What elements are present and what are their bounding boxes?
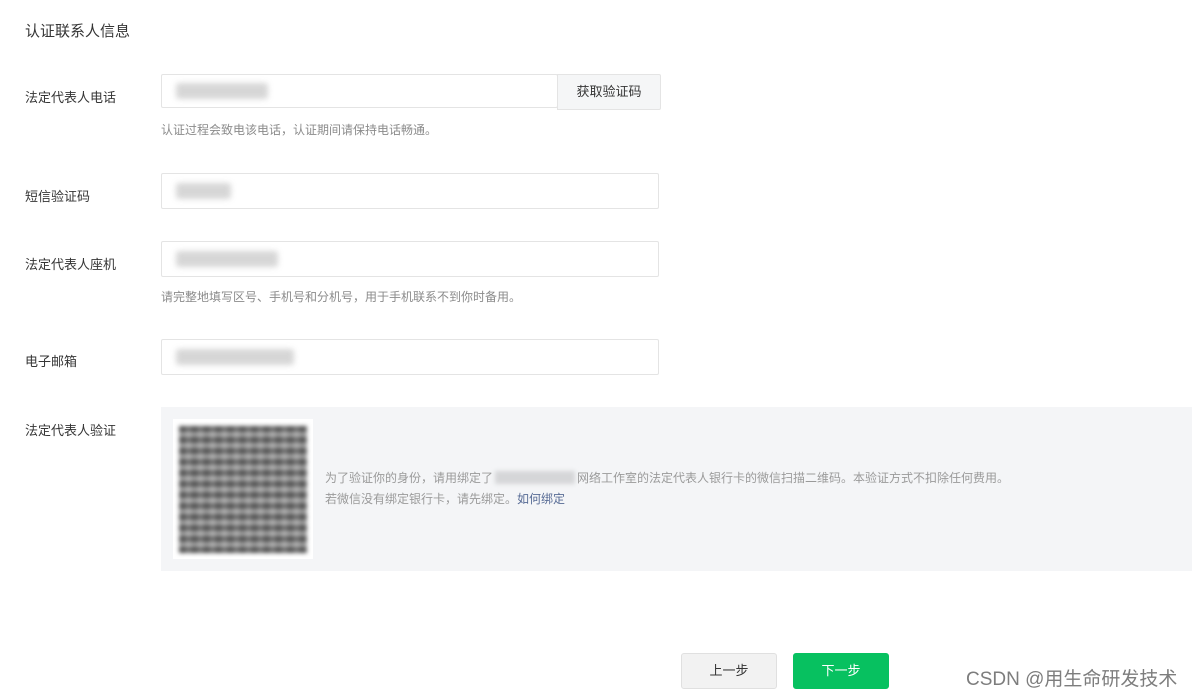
phone-label: 法定代表人电话	[25, 90, 117, 105]
verification-line-1: 为了验证你的身份，请用绑定了 网络工作室的法定代表人银行卡的微信扫描二维码。本验证…	[325, 471, 1010, 485]
email-input[interactable]	[161, 339, 659, 375]
prev-step-button[interactable]: 上一步	[681, 653, 777, 689]
phone-value-redacted	[176, 83, 268, 99]
verification-line-2: 若微信没有绑定银行卡，请先绑定。如何绑定	[325, 492, 566, 506]
redacted-company-name	[495, 471, 576, 484]
phone-input[interactable]	[161, 74, 558, 108]
phone-hint: 认证过程会致电该电话，认证期间请保持电话畅通。	[161, 123, 438, 137]
sms-code-value-redacted	[176, 183, 231, 199]
landline-label: 法定代表人座机	[25, 257, 117, 272]
how-to-bind-link[interactable]: 如何绑定	[517, 492, 565, 506]
email-label: 电子邮箱	[25, 354, 78, 369]
qr-code-frame	[173, 419, 313, 559]
email-value-redacted	[176, 349, 294, 365]
qr-code-icon	[179, 426, 307, 553]
verification-label: 法定代表人验证	[25, 423, 117, 438]
get-code-button[interactable]: 获取验证码	[557, 74, 661, 110]
verification-text: 为了验证你的身份，请用绑定了 网络工作室的法定代表人银行卡的微信扫描二维码。本验证…	[325, 468, 1009, 510]
watermark: CSDN @用生命研发技术	[966, 669, 1178, 690]
sms-code-input[interactable]	[161, 173, 659, 209]
landline-input[interactable]	[161, 241, 659, 277]
landline-hint: 请完整地填写区号、手机号和分机号，用于手机联系不到你时备用。	[161, 290, 522, 304]
next-step-button[interactable]: 下一步	[793, 653, 889, 689]
section-title: 认证联系人信息	[25, 23, 131, 40]
verification-panel: 为了验证你的身份，请用绑定了 网络工作室的法定代表人银行卡的微信扫描二维码。本验证…	[161, 407, 1192, 571]
landline-value-redacted	[176, 251, 278, 267]
sms-code-label: 短信验证码	[25, 189, 91, 204]
